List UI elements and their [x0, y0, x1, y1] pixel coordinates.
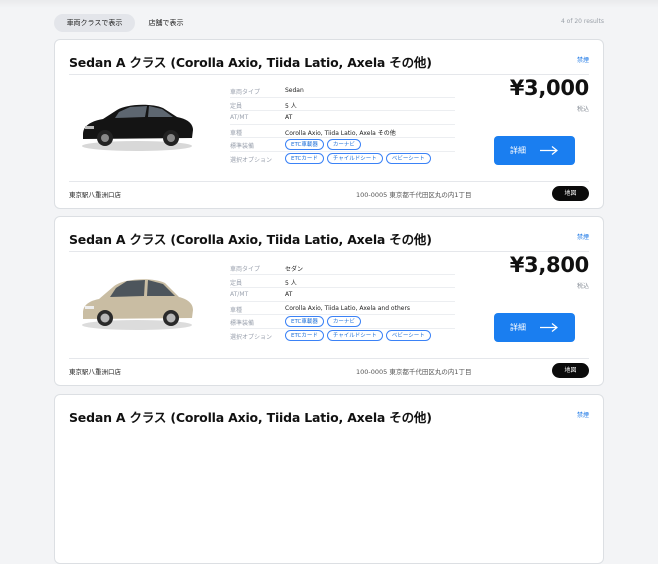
smoking-badge: 禁煙 — [576, 57, 589, 64]
spec-row-type: 車両タイプ セダン — [230, 261, 455, 275]
vehicle-card: Sedan A クラス (Corolla Axio, Tiida Latio, … — [54, 39, 604, 209]
spec-value: AT — [285, 291, 293, 299]
detail-button-label: 詳細 — [510, 323, 526, 332]
spec-label: 定員 — [230, 102, 243, 110]
spec-label: 選択オプション — [230, 333, 273, 341]
detail-button[interactable]: 詳細 — [494, 313, 575, 342]
spec-row-models: 車種 Corolla Axio, Tiida Latio, Axela and … — [230, 302, 455, 316]
store-address: 100-0005 東京都千代田区丸の内1丁目 — [356, 368, 472, 376]
spec-value: セダン — [285, 266, 304, 273]
store-name: 東京駅八重洲口店 — [69, 191, 121, 199]
spec-row-capacity: 定員 5 人 — [230, 275, 455, 289]
card-title: Sedan A クラス (Corolla Axio, Tiida Latio, … — [69, 410, 432, 425]
spec-value: Sedan — [285, 87, 304, 94]
option-chip: チャイルドシート — [326, 329, 383, 341]
car-image — [82, 104, 193, 151]
store-address: 100-0005 東京都千代田区丸の内1丁目 — [356, 191, 472, 199]
equipment-chip: カーナビ — [326, 316, 361, 328]
spec-value: Corolla Axio, Tiida Latio, Axela and oth… — [285, 304, 411, 312]
price: ¥3,800 — [509, 253, 590, 277]
view-toolbar: 車両クラスで表示 店舗で表示 4 of 20 results — [54, 13, 604, 33]
spec-row-standard: 標準装備 ETC車載器 カーナビ — [230, 315, 455, 329]
spec-label: 標準装備 — [230, 320, 255, 328]
tab-store[interactable]: 店舗で表示 — [136, 14, 196, 32]
spec-row-transmission: AT/MT AT — [230, 111, 455, 125]
option-chip: チャイルドシート — [326, 152, 383, 164]
header-shadow — [0, 0, 658, 8]
spec-label: 標準装備 — [230, 143, 255, 151]
smoking-badge: 禁煙 — [576, 412, 589, 419]
card-title: Sedan A クラス (Corolla Axio, Tiida Latio, … — [69, 55, 432, 70]
car-image — [82, 279, 193, 330]
spec-row-standard: 標準装備 ETC車載器 カーナビ — [230, 138, 455, 152]
equipment-chip: ETC車載器 — [285, 139, 324, 151]
price: ¥3,000 — [509, 76, 590, 100]
spec-value: 5 人 — [285, 102, 297, 110]
card-title: Sedan A クラス (Corolla Axio, Tiida Latio, … — [69, 232, 432, 247]
map-button[interactable]: 地図 — [552, 186, 589, 201]
spec-label: AT/MT — [230, 114, 249, 122]
spec-row-options: 選択オプション ETCカード チャイルドシート ベビーシート — [230, 152, 455, 166]
vehicle-card: Sedan A クラス (Corolla Axio, Tiida Latio, … — [54, 394, 604, 564]
equipment-chip: ETC車載器 — [285, 316, 324, 328]
vehicle-card: Sedan A クラス (Corolla Axio, Tiida Latio, … — [54, 216, 604, 386]
spec-label: AT/MT — [230, 291, 249, 299]
tab-vehicle-class[interactable]: 車両クラスで表示 — [54, 14, 135, 32]
spec-row-transmission: AT/MT AT — [230, 288, 455, 302]
spec-value: AT — [285, 114, 293, 122]
map-button[interactable]: 地図 — [552, 363, 589, 378]
divider — [69, 74, 589, 75]
spec-row-capacity: 定員 5 人 — [230, 98, 455, 112]
spec-label: 車種 — [230, 129, 243, 137]
spec-row-options: 選択オプション ETCカード チャイルドシート ベビーシート — [230, 329, 455, 343]
arrow-right-icon — [540, 323, 558, 332]
divider — [69, 251, 589, 252]
spec-value: Corolla Axio, Tiida Latio, Axela その他 — [285, 129, 396, 137]
spec-label: 車両タイプ — [230, 266, 261, 273]
divider — [69, 358, 589, 359]
spec-label: 定員 — [230, 279, 243, 287]
spec-table: 車両タイプ セダン 定員 5 人 AT/MT AT 車種 Corolla Axi… — [230, 261, 455, 343]
spec-row-type: 車両タイプ Sedan — [230, 84, 455, 98]
equipment-chip: カーナビ — [326, 139, 361, 151]
smoking-badge: 禁煙 — [576, 234, 589, 241]
spec-label: 選択オプション — [230, 156, 273, 164]
results-count: 4 of 20 results — [560, 18, 604, 25]
option-chip: ベビーシート — [385, 329, 431, 341]
detail-button-label: 詳細 — [510, 146, 526, 155]
tax-included-label: 税込 — [576, 106, 589, 113]
spec-table: 車両タイプ Sedan 定員 5 人 AT/MT AT 車種 Corolla A… — [230, 84, 455, 166]
spec-value: 5 人 — [285, 279, 297, 287]
arrow-right-icon — [540, 146, 558, 155]
spec-label: 車種 — [230, 306, 243, 314]
option-chip: ETCカード — [285, 152, 324, 164]
spec-label: 車両タイプ — [230, 89, 261, 96]
spec-row-models: 車種 Corolla Axio, Tiida Latio, Axela その他 — [230, 125, 455, 139]
divider — [69, 181, 589, 182]
store-name: 東京駅八重洲口店 — [69, 368, 121, 376]
tax-included-label: 税込 — [576, 283, 589, 290]
option-chip: ETCカード — [285, 329, 324, 341]
detail-button[interactable]: 詳細 — [494, 136, 575, 165]
option-chip: ベビーシート — [385, 152, 431, 164]
